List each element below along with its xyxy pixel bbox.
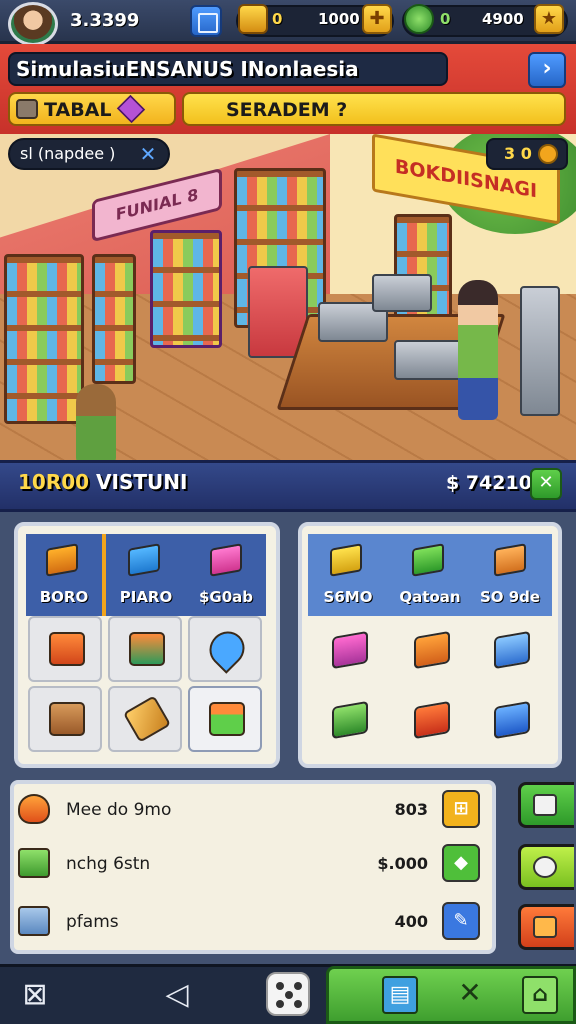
- list-item[interactable]: Mee do 9mo 803 ⊞: [14, 786, 484, 834]
- visitors-label: VISTUNI: [96, 470, 188, 494]
- inventory-slot[interactable]: [108, 616, 182, 682]
- list-item-label: Mee do 9mo: [66, 800, 172, 820]
- dice-icon[interactable]: [266, 972, 310, 1016]
- customer-character[interactable]: [76, 384, 116, 462]
- stone-icon: [16, 99, 38, 119]
- gold-add-button[interactable]: ✚: [362, 4, 392, 34]
- inventory-slot-selected[interactable]: [188, 686, 262, 752]
- money-add-button[interactable]: ✕: [530, 468, 562, 500]
- list-item-value: $.000: [377, 854, 428, 873]
- list-item-action-button[interactable]: ✎: [442, 902, 480, 940]
- green-basket-icon: [412, 543, 444, 577]
- inventory-slot[interactable]: [28, 616, 102, 682]
- category-sg0ab[interactable]: $G0ab: [186, 588, 266, 606]
- list-item[interactable]: nchg 6stn $.000 ◆: [14, 840, 484, 888]
- player-score: 3.3399: [70, 10, 140, 31]
- fire-icon: [18, 794, 50, 824]
- basket-icon: [18, 848, 50, 878]
- gold-bar-icon: [238, 4, 268, 34]
- cube-icon: [128, 543, 160, 577]
- side-map-button[interactable]: [518, 782, 574, 828]
- side-chat-button[interactable]: [518, 844, 574, 890]
- game-title: SimulasiuENSANUS INonlaesia: [16, 57, 359, 81]
- menu-button[interactable]: [190, 5, 222, 37]
- scene-coin-value: 3 0: [504, 144, 532, 163]
- shop-bag-icon: [533, 916, 557, 938]
- bag-icon: [494, 543, 526, 577]
- cashier-character[interactable]: [458, 280, 498, 420]
- hammer-icon: [122, 695, 172, 743]
- category-s6mo[interactable]: S6MO: [308, 588, 388, 606]
- box-icon: [46, 543, 78, 577]
- home-icon[interactable]: ⌂: [522, 976, 558, 1014]
- inventory-slot[interactable]: [188, 616, 262, 682]
- next-arrow-button[interactable]: ›: [528, 52, 566, 88]
- shop-slot[interactable]: [308, 616, 388, 686]
- back-icon[interactable]: ⊠: [12, 972, 58, 1018]
- category-qatoan[interactable]: Qatoan: [390, 588, 470, 606]
- crate-icon: [129, 632, 165, 666]
- visitors-display: 10R00 VISTUNI: [18, 470, 187, 494]
- list-item-value: 400: [394, 912, 428, 931]
- shelf-door-left[interactable]: [92, 254, 136, 384]
- side-shop-button[interactable]: [518, 904, 574, 950]
- gold-value: 1000: [318, 10, 360, 28]
- gem-add-button[interactable]: ★: [534, 4, 564, 34]
- scale-machine[interactable]: [520, 286, 560, 416]
- gold-small-value: 0: [272, 10, 283, 28]
- display-register-2[interactable]: [394, 340, 464, 380]
- triangle-back-icon[interactable]: ◁: [154, 972, 200, 1018]
- basket-icon: [209, 702, 245, 736]
- red-crate-icon: [414, 700, 450, 740]
- gem-value: 4900: [482, 10, 524, 28]
- tablet-icon[interactable]: ▤: [382, 976, 418, 1014]
- location-pin-icon: [202, 624, 252, 674]
- pink-box-icon: [210, 543, 242, 577]
- player-avatar[interactable]: [8, 2, 58, 46]
- list-item-action-button[interactable]: ◆: [442, 844, 480, 882]
- display-case[interactable]: [150, 230, 222, 348]
- shop-slot[interactable]: [470, 616, 550, 686]
- cooler-icon: [18, 906, 50, 936]
- blue-box-icon: [494, 700, 530, 740]
- cart-icon: [49, 632, 85, 666]
- toolbox-icon: [49, 702, 85, 736]
- category-boro[interactable]: BORO: [24, 588, 104, 606]
- cash-register[interactable]: [372, 274, 432, 312]
- list-item-label: nchg 6stn: [66, 854, 151, 874]
- list-item-value: 803: [394, 800, 428, 819]
- map-icon: [533, 794, 557, 816]
- category-so9de[interactable]: SO 9de: [470, 588, 550, 606]
- blue-stack-icon: [494, 630, 530, 670]
- tab-seradem-label: SERADEM ?: [226, 99, 348, 121]
- tab-tabal-label: TABAL: [44, 99, 112, 121]
- list-item[interactable]: pfams 400 ✎: [14, 898, 484, 946]
- money-display: $ 74210: [446, 472, 532, 494]
- tools-icon[interactable]: ✕: [136, 142, 160, 166]
- inventory-slot[interactable]: [108, 686, 182, 752]
- category-piaro[interactable]: PIARO: [106, 588, 186, 606]
- store-scene[interactable]: FUNIAL 8 BOKDIISNAGI sl (napdee ) ✕ 3 0: [0, 134, 576, 462]
- list-item-label: pfams: [66, 912, 119, 932]
- tools-cross-icon[interactable]: ✕: [452, 976, 488, 1014]
- yellow-box-icon: [330, 543, 362, 577]
- shop-slot[interactable]: [390, 686, 470, 756]
- gem-small-value: 0: [440, 10, 451, 28]
- green-cube-icon: [332, 700, 368, 740]
- list-item-action-button[interactable]: ⊞: [442, 790, 480, 828]
- scene-badge-label: sl (napdee ): [20, 144, 116, 163]
- shop-slot[interactable]: [390, 616, 470, 686]
- shop-slot[interactable]: [308, 686, 388, 756]
- shop-slot[interactable]: [470, 686, 550, 756]
- visitors-number: 10R00: [18, 470, 90, 494]
- inventory-slot[interactable]: [28, 686, 102, 752]
- tray-icon: [414, 630, 450, 670]
- pink-book-icon: [332, 630, 368, 670]
- leaf-gem-icon: [404, 4, 434, 34]
- sun-icon: [538, 144, 558, 164]
- shelf-left[interactable]: [4, 254, 84, 424]
- chat-bubble-icon: [533, 856, 557, 878]
